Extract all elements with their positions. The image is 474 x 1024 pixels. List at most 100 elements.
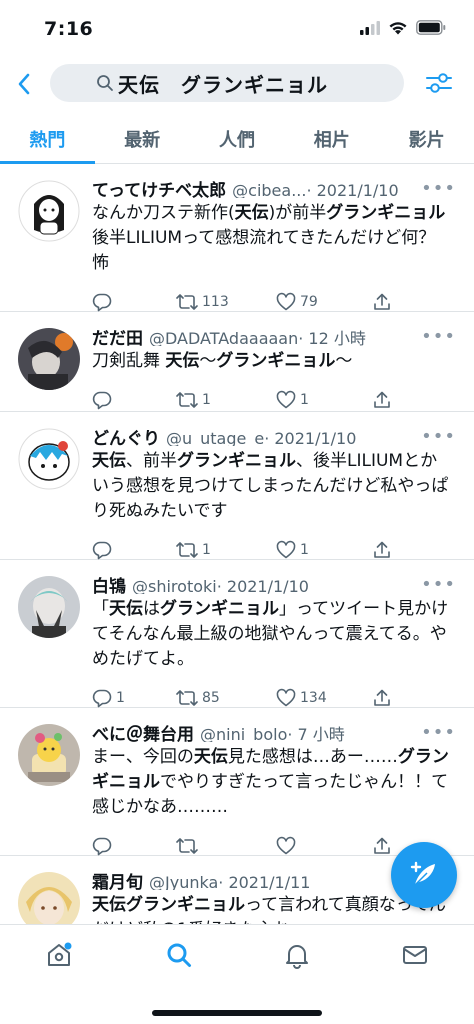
reply-button[interactable]: 1	[92, 688, 176, 708]
reply-button[interactable]	[92, 292, 176, 312]
tab-videos[interactable]: 影片	[379, 114, 474, 163]
tweet-author-handle[interactable]: @nini_bolo	[200, 725, 287, 742]
like-button[interactable]	[276, 836, 372, 856]
share-button[interactable]	[372, 688, 392, 708]
tweet-author-handle[interactable]: @u_utage_e	[166, 429, 264, 446]
reply-button[interactable]	[92, 540, 176, 560]
reply-icon	[92, 689, 112, 708]
nav-explore[interactable]	[163, 939, 195, 971]
tweet[interactable]: どんぐり @u_utage_e · 2021/1/10 ••• 天伝、前半グラン…	[0, 412, 474, 560]
tweet-timestamp: · 2021/1/11	[218, 873, 311, 890]
compose-tweet-button[interactable]	[391, 842, 457, 908]
like-button[interactable]: 79	[276, 292, 372, 312]
reply-button[interactable]	[92, 836, 176, 856]
retweet-button[interactable]: 113	[176, 292, 276, 312]
retweet-count: 85	[202, 690, 220, 706]
tab-top[interactable]: 熱門	[0, 114, 95, 164]
more-icon[interactable]: •••	[421, 426, 456, 447]
share-icon	[374, 837, 390, 854]
retweet-button[interactable]: 1	[176, 540, 276, 560]
tweet-author-name[interactable]: だだ田	[92, 324, 143, 346]
status-bar: 7:16	[0, 0, 474, 56]
avatar[interactable]	[18, 724, 80, 786]
share-button[interactable]	[372, 390, 392, 410]
tweet-author-name[interactable]: 白鴇	[92, 572, 126, 594]
back-button[interactable]	[10, 70, 38, 98]
share-icon	[374, 293, 390, 310]
like-button[interactable]: 134	[276, 688, 372, 708]
reply-icon	[92, 541, 112, 560]
mail-icon	[403, 946, 427, 964]
more-icon[interactable]: •••	[421, 722, 456, 743]
search-input[interactable]: 天伝 グランギニョル	[50, 64, 404, 102]
share-button[interactable]	[372, 292, 392, 312]
tweet[interactable]: べに＠舞台用 @nini_bolo · 7 小時 ••• まー、今回の天伝見た感…	[0, 708, 474, 856]
tweet-timestamp: · 12 小時	[298, 329, 366, 346]
more-icon[interactable]: •••	[421, 574, 456, 595]
tab-latest[interactable]: 最新	[95, 114, 190, 163]
nav-home[interactable]	[43, 939, 75, 971]
tweet[interactable]: てってけチベ太郎 @cibea... · 2021/1/10 ••• なんか刀ス…	[0, 164, 474, 312]
tweet[interactable]: 白鴇 @shirotoki · 2021/1/10 ••• 「天伝はグランギニョ…	[0, 560, 474, 708]
reply-button[interactable]	[92, 390, 176, 410]
home-icon	[48, 942, 72, 966]
avatar[interactable]	[18, 576, 80, 638]
avatar-image	[18, 576, 80, 638]
reply-icon	[92, 293, 112, 312]
retweet-button[interactable]	[176, 836, 276, 856]
tweet-author-handle[interactable]: @DADATAdaaaaan	[149, 329, 298, 346]
like-button[interactable]: 1	[276, 540, 372, 560]
avatar[interactable]	[18, 872, 80, 924]
retweet-icon	[176, 294, 198, 310]
tweet-timestamp: · 2021/1/10	[264, 429, 357, 446]
like-count: 79	[300, 294, 318, 310]
tweet-author-name[interactable]: べに＠舞台用	[92, 720, 194, 742]
tweet-header: てってけチベ太郎 @cibea... · 2021/1/10	[92, 176, 458, 198]
tab-photos[interactable]: 相片	[284, 114, 379, 163]
tweet-author-handle[interactable]: @Jyunka	[149, 873, 218, 890]
tweet-text: まー、今回の天伝見た感想は…あー……グランギニョルでやりすぎたって言ったじゃん！…	[92, 747, 449, 817]
tweet-author-handle[interactable]: @cibea...	[232, 181, 306, 198]
status-icons	[360, 20, 446, 35]
tweet-author-name[interactable]: どんぐり	[92, 424, 160, 446]
heart-icon	[276, 836, 296, 855]
tweet-timeline: てってけチベ太郎 @cibea... · 2021/1/10 ••• なんか刀ス…	[0, 164, 474, 924]
heart-icon	[276, 292, 296, 311]
more-icon[interactable]: •••	[421, 326, 456, 347]
more-icon[interactable]: •••	[421, 178, 456, 199]
nav-notifications[interactable]	[281, 939, 313, 971]
like-button[interactable]: 1	[276, 390, 372, 410]
avatar[interactable]	[18, 328, 80, 390]
heart-icon	[276, 390, 296, 409]
tweet-timestamp: · 2021/1/10	[306, 181, 399, 198]
retweet-icon	[176, 690, 198, 706]
retweet-button[interactable]: 1	[176, 390, 276, 410]
tweet-author-name[interactable]: てってけチベ太郎	[92, 176, 226, 198]
tweet-header: べに＠舞台用 @nini_bolo · 7 小時	[92, 720, 458, 742]
battery-icon	[416, 20, 446, 35]
bottom-navigation	[0, 924, 474, 1024]
tweet-text: 刀剣乱舞 天伝～グランギニョル～	[92, 351, 353, 371]
avatar[interactable]	[18, 180, 80, 242]
tweet-author-handle[interactable]: @shirotoki	[132, 577, 217, 594]
chevron-left-icon	[18, 73, 30, 95]
heart-icon	[276, 688, 296, 707]
tab-people[interactable]: 人們	[190, 114, 285, 163]
home-indicator[interactable]	[152, 1010, 322, 1016]
heart-icon	[276, 540, 296, 559]
tweet-author-name[interactable]: 霜月旬	[92, 868, 143, 890]
retweet-icon	[176, 392, 198, 408]
search-header: 天伝 グランギニョル	[0, 56, 474, 114]
share-icon	[374, 391, 390, 408]
tweet[interactable]: だだ田 @DADATAdaaaaan · 12 小時 ••• 刀剣乱舞 天伝～グ…	[0, 312, 474, 412]
tweet-header: どんぐり @u_utage_e · 2021/1/10	[92, 424, 458, 446]
compose-icon	[410, 861, 435, 886]
nav-messages[interactable]	[399, 939, 431, 971]
search-query: 天伝 グランギニョル	[118, 72, 328, 97]
avatar[interactable]	[18, 428, 80, 490]
retweet-button[interactable]: 85	[176, 688, 276, 708]
share-button[interactable]	[372, 836, 392, 856]
share-button[interactable]	[372, 540, 392, 560]
share-icon	[374, 689, 390, 706]
search-filter-button[interactable]	[424, 68, 454, 98]
